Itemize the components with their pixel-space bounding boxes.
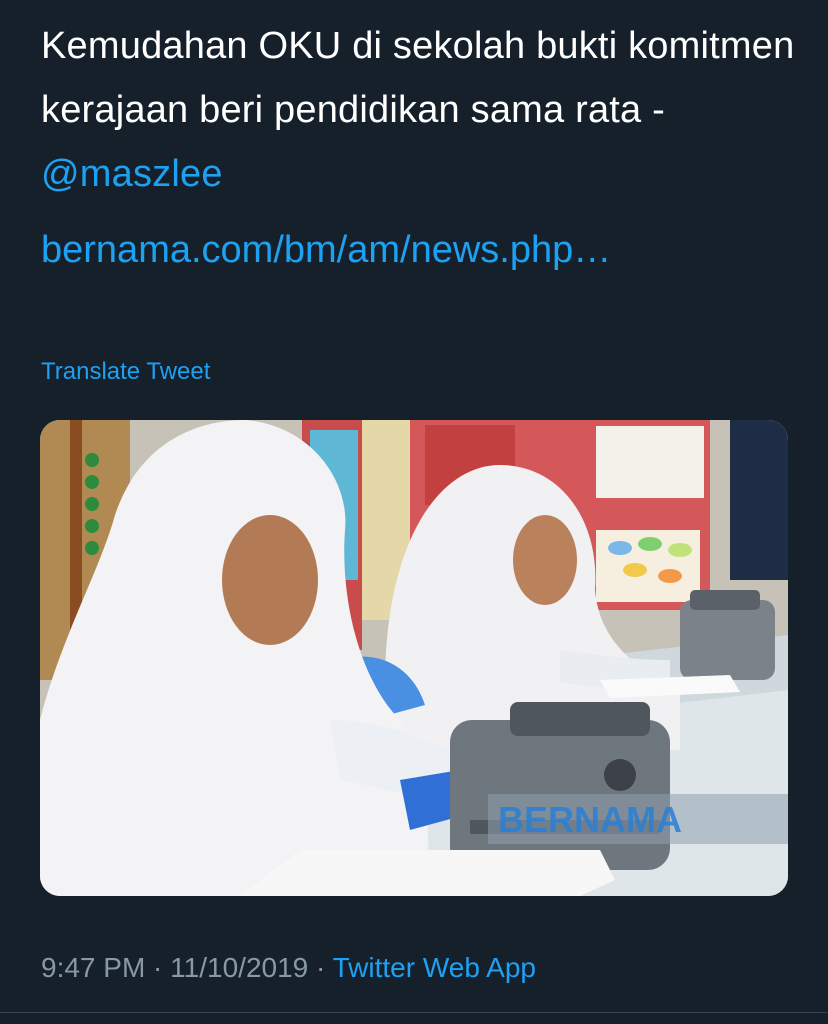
meta-separator: · — [308, 952, 333, 983]
braille-machine-back — [680, 600, 775, 680]
poster-chart — [596, 426, 704, 498]
student-front-face — [222, 515, 318, 645]
tweet-text: Kemudahan OKU di sekolah bukti komitmen … — [41, 14, 801, 206]
abacus-bead — [85, 497, 99, 511]
abacus-bead — [85, 453, 99, 467]
abacus-bead — [85, 475, 99, 489]
abacus-bead — [85, 541, 99, 555]
tweet-body: Kemudahan OKU di sekolah bukti komitmen … — [41, 25, 795, 131]
url-link[interactable]: bernama.com/bm/am/news.php… — [41, 218, 611, 282]
tweet-date: 11/10/2019 — [170, 952, 309, 983]
meta-separator: · — [145, 952, 171, 983]
tweet-meta: 9:47 PM · 11/10/2019 · Twitter Web App — [41, 948, 536, 988]
divider — [0, 1012, 828, 1013]
bernama-watermark: BERNAMA — [498, 799, 682, 840]
window-dark — [730, 420, 788, 580]
abacus-bead — [85, 519, 99, 533]
tweet-photo[interactable]: BERNAMA — [40, 420, 788, 896]
mention-link[interactable]: @maszlee — [41, 153, 223, 195]
paper-stack — [240, 850, 615, 896]
photo-illustration: BERNAMA — [40, 420, 788, 896]
tweet-time: 9:47 PM — [41, 952, 146, 983]
tweet-source-link[interactable]: Twitter Web App — [333, 952, 536, 983]
student-back-face — [513, 515, 577, 605]
translate-tweet-button[interactable]: Translate Tweet — [41, 355, 210, 389]
